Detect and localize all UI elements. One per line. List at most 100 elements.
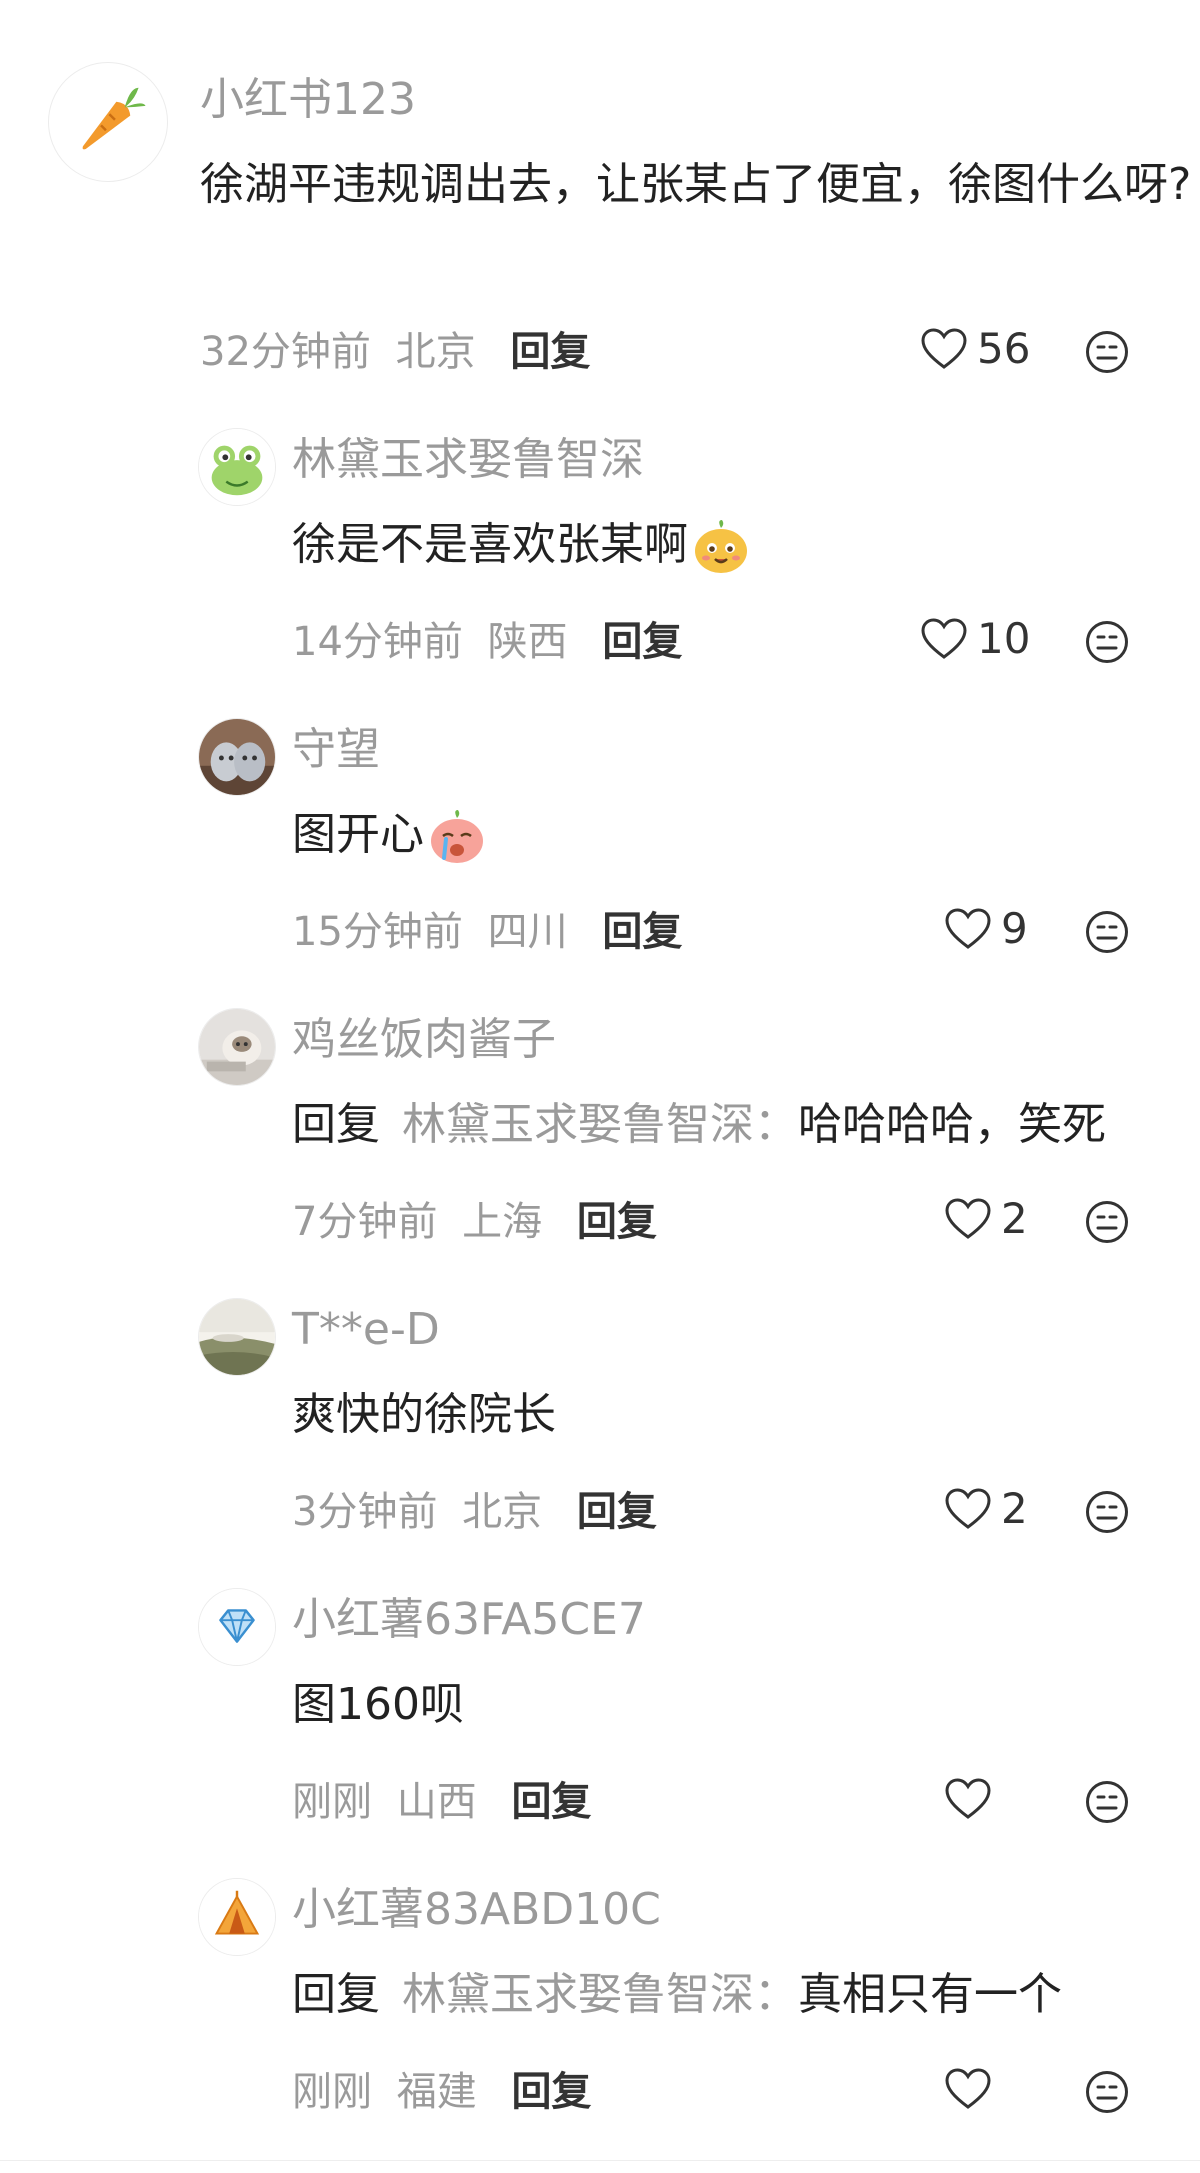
heart-icon (945, 2068, 991, 2109)
neutral-face-icon (1086, 911, 1128, 953)
avatar[interactable] (198, 1298, 276, 1376)
neutral-face-icon (1086, 331, 1128, 373)
comment-username[interactable]: 小红薯63FA5CE7 (292, 1598, 646, 1642)
crying-sticker-icon (428, 808, 486, 866)
reply-prefix: 回复 (292, 1969, 380, 2020)
avatar[interactable] (198, 428, 276, 506)
like-button[interactable]: 10 (921, 618, 1030, 660)
reply-button[interactable]: 回复 (602, 619, 682, 665)
reply-button[interactable]: 回复 (577, 1489, 657, 1535)
comment-meta: 15分钟前 四川 回复 (292, 912, 682, 952)
reply-button[interactable]: 回复 (510, 329, 590, 375)
like-count: 10 (977, 614, 1031, 663)
comment-text-line: 回复 林黛玉求娶鲁智深：哈哈哈哈，笑死 (292, 1082, 1106, 1168)
comment-username[interactable]: 林黛玉求娶鲁智深 (292, 438, 644, 482)
comment-location: 北京 (395, 329, 476, 375)
divider (0, 2160, 1200, 2161)
comment-time: 3分钟前 (292, 1489, 438, 1535)
emoji-reaction-button[interactable] (1085, 910, 1129, 954)
comment-text-line: 回复 林黛玉求娶鲁智深：真相只有一个 (292, 1952, 1062, 2038)
tent-icon (199, 1879, 275, 1955)
comment-location: 福建 (396, 2069, 477, 2115)
comment-username[interactable]: 鸡丝饭肉酱子 (292, 1018, 556, 1062)
neutral-face-icon (1086, 621, 1128, 663)
reply-button[interactable]: 回复 (511, 2069, 591, 2115)
like-count: 56 (977, 324, 1031, 373)
comment-location: 陕西 (487, 619, 568, 665)
comment-time: 7分钟前 (292, 1199, 438, 1245)
emoji-reaction-button[interactable] (1085, 1780, 1129, 1824)
avatar[interactable] (198, 1588, 276, 1666)
like-count: 9 (1001, 904, 1028, 953)
emoji-reaction-button[interactable] (1085, 1490, 1129, 1534)
comment-location: 北京 (462, 1489, 543, 1535)
like-button[interactable]: 56 (921, 328, 1030, 370)
neutral-face-icon (1086, 1201, 1128, 1243)
comment-text: 图开心 (292, 809, 424, 860)
comment-meta: 刚刚 福建 回复 (292, 2072, 591, 2112)
like-button[interactable] (945, 2068, 1001, 2110)
heart-icon (921, 328, 967, 369)
comment-username[interactable]: 小红书123 (200, 78, 416, 122)
neutral-face-icon (1086, 1491, 1128, 1533)
comment-meta: 14分钟前 陕西 回复 (292, 622, 682, 662)
like-button[interactable]: 2 (945, 1488, 1028, 1530)
like-button[interactable] (945, 1778, 1001, 1820)
comment-username[interactable]: 守望 (292, 728, 380, 772)
heart-icon (945, 908, 991, 949)
smile-sticker-icon (692, 518, 750, 576)
comment-text: 爽快的徐院长 (292, 1389, 556, 1440)
reply-button[interactable]: 回复 (511, 1779, 591, 1825)
comment-username[interactable]: T**e-D (292, 1308, 440, 1352)
heart-icon (921, 618, 967, 659)
comment-meta: 32分钟前 北京 回复 (200, 332, 590, 372)
mention-link[interactable]: 林黛玉求娶鲁智深： (402, 1099, 798, 1150)
reply-prefix: 回复 (292, 1099, 380, 1150)
like-button[interactable]: 2 (945, 1198, 1028, 1240)
comment-meta: 3分钟前 北京 回复 (292, 1492, 657, 1532)
reply-button[interactable]: 回复 (602, 909, 682, 955)
comment-username[interactable]: 小红薯83ABD10C (292, 1888, 661, 1932)
comment-text: 真相只有一个 (798, 1969, 1062, 2020)
neutral-face-icon (1086, 1781, 1128, 1823)
comment-time: 14分钟前 (292, 619, 463, 665)
heart-icon (945, 1778, 991, 1819)
comment-time: 32分钟前 (200, 329, 371, 375)
comment-text-line: 图开心 (292, 792, 486, 878)
neutral-face-icon (1086, 2071, 1128, 2113)
avatar[interactable] (198, 718, 276, 796)
emoji-reaction-button[interactable] (1085, 2070, 1129, 2114)
comment-text-line: 徐是不是喜欢张某啊 (292, 502, 750, 588)
heart-icon (945, 1198, 991, 1239)
emoji-reaction-button[interactable] (1085, 620, 1129, 664)
cat-photo (199, 1009, 275, 1085)
comment-meta: 刚刚 山西 回复 (292, 1782, 591, 1822)
comment-text: 徐湖平违规调出去，让张某占了便宜，徐图什么呀? (200, 159, 1192, 210)
frog-icon (199, 429, 275, 505)
heart-icon (945, 1488, 991, 1529)
like-count: 2 (1001, 1194, 1028, 1243)
like-button[interactable]: 9 (945, 908, 1028, 950)
comment-time: 刚刚 (292, 1779, 372, 1825)
comment-location: 四川 (487, 909, 568, 955)
carrot-icon (82, 87, 146, 150)
avatar[interactable] (48, 62, 168, 182)
comment-time: 15分钟前 (292, 909, 463, 955)
emoji-reaction-button[interactable] (1085, 1200, 1129, 1244)
avatar[interactable] (198, 1008, 276, 1086)
avatar[interactable] (198, 1878, 276, 1956)
comment-meta: 7分钟前 上海 回复 (292, 1202, 657, 1242)
like-count: 2 (1001, 1484, 1028, 1533)
landscape-photo (199, 1299, 275, 1375)
comment-location: 上海 (462, 1199, 543, 1245)
mention-link[interactable]: 林黛玉求娶鲁智深： (402, 1969, 798, 2020)
diamond-icon (199, 1589, 275, 1665)
comment-text: 徐是不是喜欢张某啊 (292, 519, 688, 570)
comment-time: 刚刚 (292, 2069, 372, 2115)
comment-text: 哈哈哈哈，笑死 (798, 1099, 1106, 1150)
cats-photo (199, 719, 275, 795)
comment-text: 图160呗 (292, 1679, 464, 1730)
emoji-reaction-button[interactable] (1085, 330, 1129, 374)
comment-location: 山西 (396, 1779, 477, 1825)
reply-button[interactable]: 回复 (577, 1199, 657, 1245)
